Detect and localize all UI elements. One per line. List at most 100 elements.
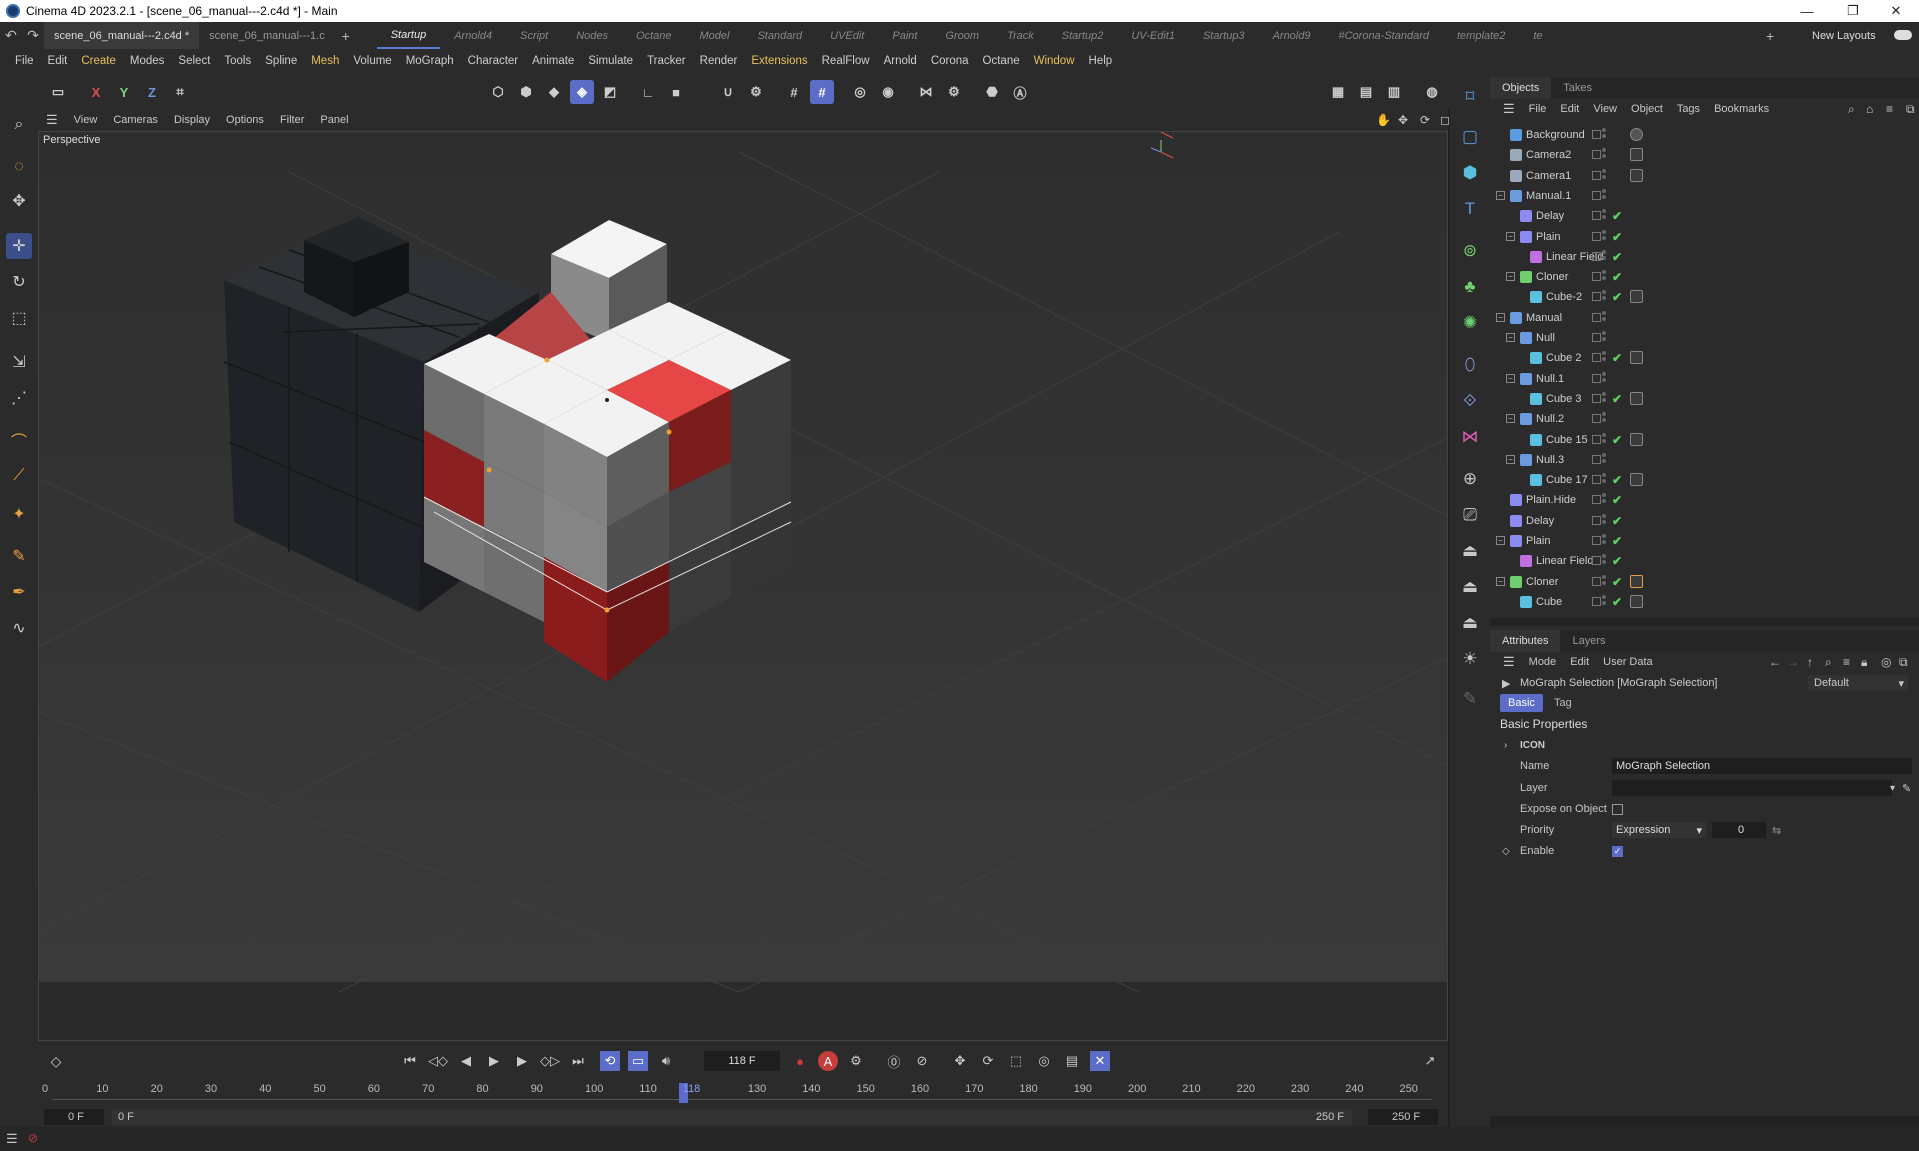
up-arrow-icon[interactable]: ↑ [1800, 655, 1820, 669]
menu-item-tools[interactable]: Tools [217, 55, 258, 67]
object-item[interactable]: Camera2 [1510, 149, 1571, 162]
corona-icon[interactable]: ⬣ [980, 80, 1004, 104]
visibility-dots-icon[interactable] [1602, 534, 1606, 544]
sun-light-icon[interactable]: ☀ [1456, 645, 1484, 673]
add-layout-icon[interactable]: + [1766, 28, 1774, 44]
priority-dropdown[interactable]: Expression ▾ [1612, 822, 1706, 838]
layer-edit-icon[interactable] [1592, 556, 1601, 566]
key-scale-icon[interactable]: ⬚ [1006, 1051, 1026, 1071]
layout-tab-4[interactable]: Octane [622, 22, 685, 49]
menu-item-window[interactable]: Window [1027, 55, 1082, 67]
enabled-check-icon[interactable]: ✔ [1612, 270, 1622, 284]
move-tool-icon[interactable]: ✛ [6, 233, 32, 259]
selection-tag-icon[interactable] [1630, 473, 1643, 487]
expand-toggle-icon[interactable]: − [1496, 312, 1505, 322]
go-start-icon[interactable]: ⏮ [400, 1051, 420, 1071]
viewport-scene[interactable] [39, 132, 1448, 1041]
expand-toggle-icon[interactable]: − [1496, 576, 1505, 586]
menu-item-file[interactable]: File [8, 55, 41, 67]
layout-tab-15[interactable]: #Corona-Standard [1324, 22, 1443, 49]
selection-tool-icon[interactable]: ◌ [6, 154, 32, 180]
object-row[interactable]: Cube 17 ✔ [1490, 470, 1919, 490]
layout-tab-16[interactable]: template2 [1443, 22, 1519, 49]
object-item[interactable]: Cloner [1520, 271, 1568, 284]
snap-icon[interactable]: ∪ [716, 80, 740, 104]
cloner-palette-icon[interactable]: ♣ [1456, 273, 1484, 301]
objects-menu-tags[interactable]: Tags [1670, 103, 1707, 115]
undo-icon[interactable]: ↶ [0, 27, 22, 44]
object-item[interactable]: Cube 3 [1530, 392, 1581, 405]
menu-item-volume[interactable]: Volume [346, 55, 398, 67]
text-spline-icon[interactable]: T [1456, 195, 1484, 223]
object-row[interactable]: Background [1490, 125, 1919, 145]
object-row[interactable]: − Manual.1 [1490, 186, 1919, 206]
enabled-check-icon[interactable]: ✔ [1612, 554, 1622, 568]
menu-item-render[interactable]: Render [693, 55, 745, 67]
object-row[interactable]: − Null.1 [1490, 369, 1919, 389]
deformer-icon[interactable]: ⬯ [1456, 351, 1484, 379]
menu-item-help[interactable]: Help [1082, 55, 1120, 67]
viewport-menu-display[interactable]: Display [166, 114, 218, 126]
status-menu-icon[interactable]: ☰ [6, 1131, 18, 1147]
extrude-tool-icon[interactable]: ⟋ [6, 463, 32, 489]
layer-edit-icon[interactable] [1592, 434, 1601, 444]
visibility-dots-icon[interactable] [1602, 432, 1606, 443]
object-item[interactable]: Plain [1510, 535, 1550, 547]
light-icon-3[interactable]: ⏏ [1456, 609, 1484, 637]
next-frame-icon[interactable]: ▶ [512, 1051, 532, 1071]
material-tag-icon[interactable] [1630, 128, 1643, 141]
key-rotate-icon[interactable]: ⟳ [978, 1051, 998, 1071]
visibility-dots-icon[interactable] [1602, 290, 1606, 301]
key-interpolation-icon[interactable]: ✕ [1090, 1051, 1110, 1071]
spline-tool-icon[interactable]: ∿ [6, 615, 32, 641]
visibility-dots-icon[interactable] [1602, 209, 1606, 220]
light-icon-2[interactable]: ⏏ [1456, 573, 1484, 601]
object-item[interactable]: Cube 17 [1530, 474, 1588, 487]
enabled-check-icon[interactable]: ✔ [1612, 290, 1622, 304]
environment-icon[interactable]: ⋈ [1456, 423, 1484, 451]
layer-edit-icon[interactable] [1592, 414, 1601, 424]
protection-tag-icon[interactable] [1630, 148, 1643, 162]
visibility-dots-icon[interactable] [1602, 554, 1606, 565]
viewport-menu-filter[interactable]: Filter [272, 114, 312, 126]
object-row[interactable]: Plain.Hide ✔ [1490, 490, 1919, 510]
layer-edit-icon[interactable] [1592, 292, 1601, 302]
timeline-ruler[interactable]: 0 10 20 30 40 50 60 70 80 90 100 110 118 130 140 150 160… [38, 1081, 1448, 1107]
keyframe-diamond-icon[interactable]: ◇ [46, 1051, 66, 1071]
z-axis-button[interactable]: Z [140, 80, 164, 104]
layer-edit-icon[interactable] [1592, 596, 1601, 606]
object-item[interactable]: Cube 2 [1530, 352, 1581, 365]
new-layouts-label[interactable]: New Layouts [1812, 30, 1876, 42]
render-camera-icon[interactable]: ⎚ [1456, 501, 1484, 529]
object-item[interactable]: Cube [1520, 595, 1562, 608]
grid-icon[interactable]: # [782, 80, 806, 104]
generator-icon[interactable]: ⊚ [1456, 237, 1484, 265]
enabled-check-icon[interactable]: ✔ [1612, 514, 1622, 528]
tab-layers[interactable]: Layers [1560, 630, 1617, 652]
objects-menu-file[interactable]: File [1522, 103, 1554, 115]
enabled-check-icon[interactable]: ✔ [1612, 209, 1622, 223]
selection-tag-icon[interactable] [1630, 351, 1643, 365]
layout-tab-13[interactable]: Startup3 [1189, 22, 1259, 49]
viewport-menu-options[interactable]: Options [218, 114, 272, 126]
object-item[interactable]: Plain.Hide [1510, 494, 1576, 507]
visibility-dots-icon[interactable] [1602, 473, 1606, 484]
doc-tab[interactable]: scene_06_manual---1.c [199, 22, 335, 49]
visibility-dots-icon[interactable] [1602, 513, 1606, 524]
autokey-icon[interactable]: A [818, 1051, 838, 1071]
layout-tab-5[interactable]: Model [686, 22, 744, 49]
menu-item-animate[interactable]: Animate [525, 55, 581, 67]
layer-edit-icon[interactable] [1592, 373, 1601, 383]
object-item[interactable]: Linear Field [1520, 555, 1593, 568]
object-item[interactable]: Delay [1510, 514, 1554, 527]
priority-link-icon[interactable]: ⇆ [1772, 824, 1781, 837]
current-frame-field[interactable]: 118 F [704, 1051, 780, 1071]
subtab-tag[interactable]: Tag [1546, 694, 1580, 712]
enabled-check-icon[interactable]: ✔ [1612, 595, 1622, 609]
key-pla-icon[interactable]: ▤ [1062, 1051, 1082, 1071]
visibility-dots-icon[interactable] [1602, 188, 1606, 199]
record-icon[interactable]: ● [790, 1051, 810, 1071]
tab-takes[interactable]: Takes [1551, 77, 1604, 99]
loop-icon[interactable]: ⟲ [600, 1051, 620, 1071]
protection-tag-icon[interactable] [1630, 168, 1643, 182]
